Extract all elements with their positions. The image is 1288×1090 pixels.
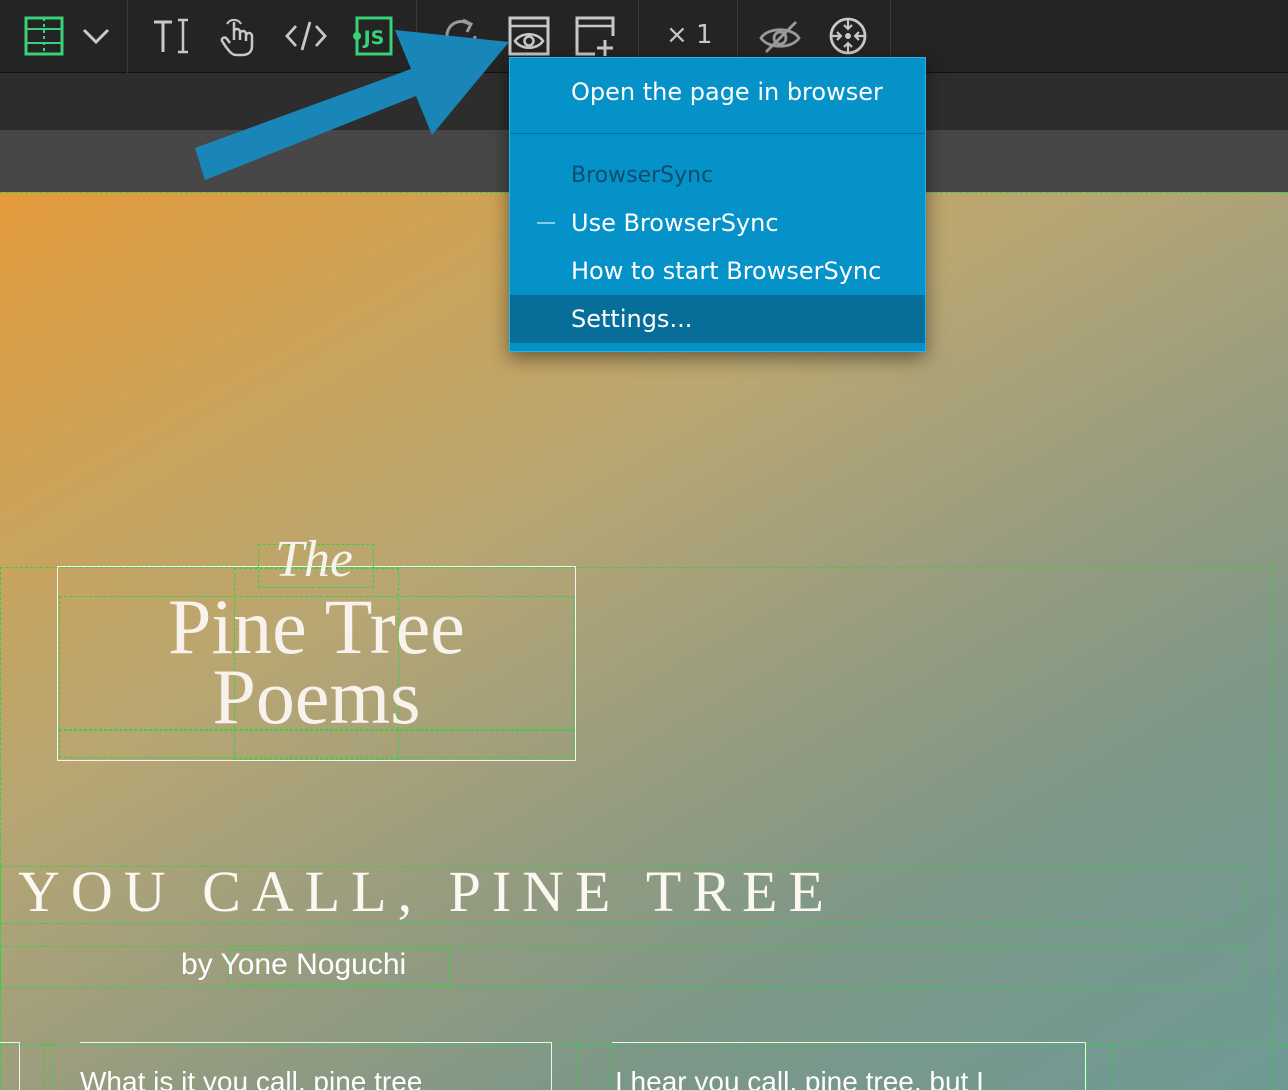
- text-edit-icon: [154, 18, 188, 54]
- zoom-level[interactable]: × 1: [666, 20, 713, 50]
- layout-grid-icon: [24, 16, 64, 56]
- code-button[interactable]: [282, 12, 330, 60]
- poem-line-left: What is it you call, pine tree: [80, 1066, 423, 1090]
- menu-item-settings[interactable]: Settings...: [510, 295, 925, 343]
- col-guide-c: [1086, 1044, 1114, 1090]
- col-guide-a: [44, 1044, 54, 1090]
- menu-item-how-to-start[interactable]: How to start BrowserSync: [510, 249, 925, 293]
- new-window-icon: [575, 16, 615, 56]
- target-icon: [829, 17, 867, 55]
- title-main-line1: Pine Tree: [168, 583, 465, 670]
- title-main-line2: Poems: [212, 653, 421, 740]
- col-guide-b: [576, 1044, 612, 1090]
- title-the: The: [275, 531, 353, 588]
- menu-item-use-browsersync[interactable]: Use BrowserSync: [510, 201, 925, 245]
- preview-dropdown-menu: Open the page in browser BrowserSync Use…: [509, 57, 926, 352]
- refresh-icon: [445, 18, 477, 51]
- svg-text:JS: JS: [362, 27, 385, 49]
- menu-header-browsersync: BrowserSync: [571, 163, 714, 188]
- dash-indicator-icon: [537, 222, 555, 224]
- preview-eye-icon: [508, 16, 550, 56]
- menu-separator: [510, 133, 925, 134]
- poem-line-right: I hear you call, pine tree, but I: [615, 1066, 984, 1090]
- new-window-button[interactable]: [571, 12, 619, 60]
- target-button[interactable]: [824, 12, 872, 60]
- toolbar-group-layout: [0, 0, 128, 73]
- menu-item-open-in-browser[interactable]: Open the page in browser: [510, 70, 925, 114]
- poem-column-left[interactable]: [0, 1042, 20, 1090]
- menu-item-label: Use BrowserSync: [571, 209, 779, 237]
- layout-grid-button[interactable]: [20, 12, 68, 60]
- preview-button[interactable]: [505, 12, 553, 60]
- touch-interaction-button[interactable]: [214, 12, 262, 60]
- byline-author: Yone Noguchi: [220, 948, 407, 981]
- javascript-icon: JS: [353, 16, 393, 56]
- touch-interaction-icon: [220, 18, 254, 57]
- visibility-off-icon: [759, 21, 801, 53]
- code-icon: [285, 21, 327, 51]
- poem-title: YOU CALL, PINE TREE: [18, 859, 835, 924]
- javascript-button[interactable]: JS: [350, 12, 398, 60]
- byline-by: by: [181, 948, 213, 981]
- layout-dropdown-button[interactable]: [72, 12, 120, 60]
- chevron-down-icon: [82, 28, 110, 45]
- toolbar-group-edit: JS: [128, 0, 417, 73]
- byline: by Yone Noguchi: [181, 948, 406, 982]
- refresh-button[interactable]: [437, 12, 485, 60]
- visibility-toggle-button[interactable]: [756, 12, 804, 60]
- text-edit-button[interactable]: [148, 12, 196, 60]
